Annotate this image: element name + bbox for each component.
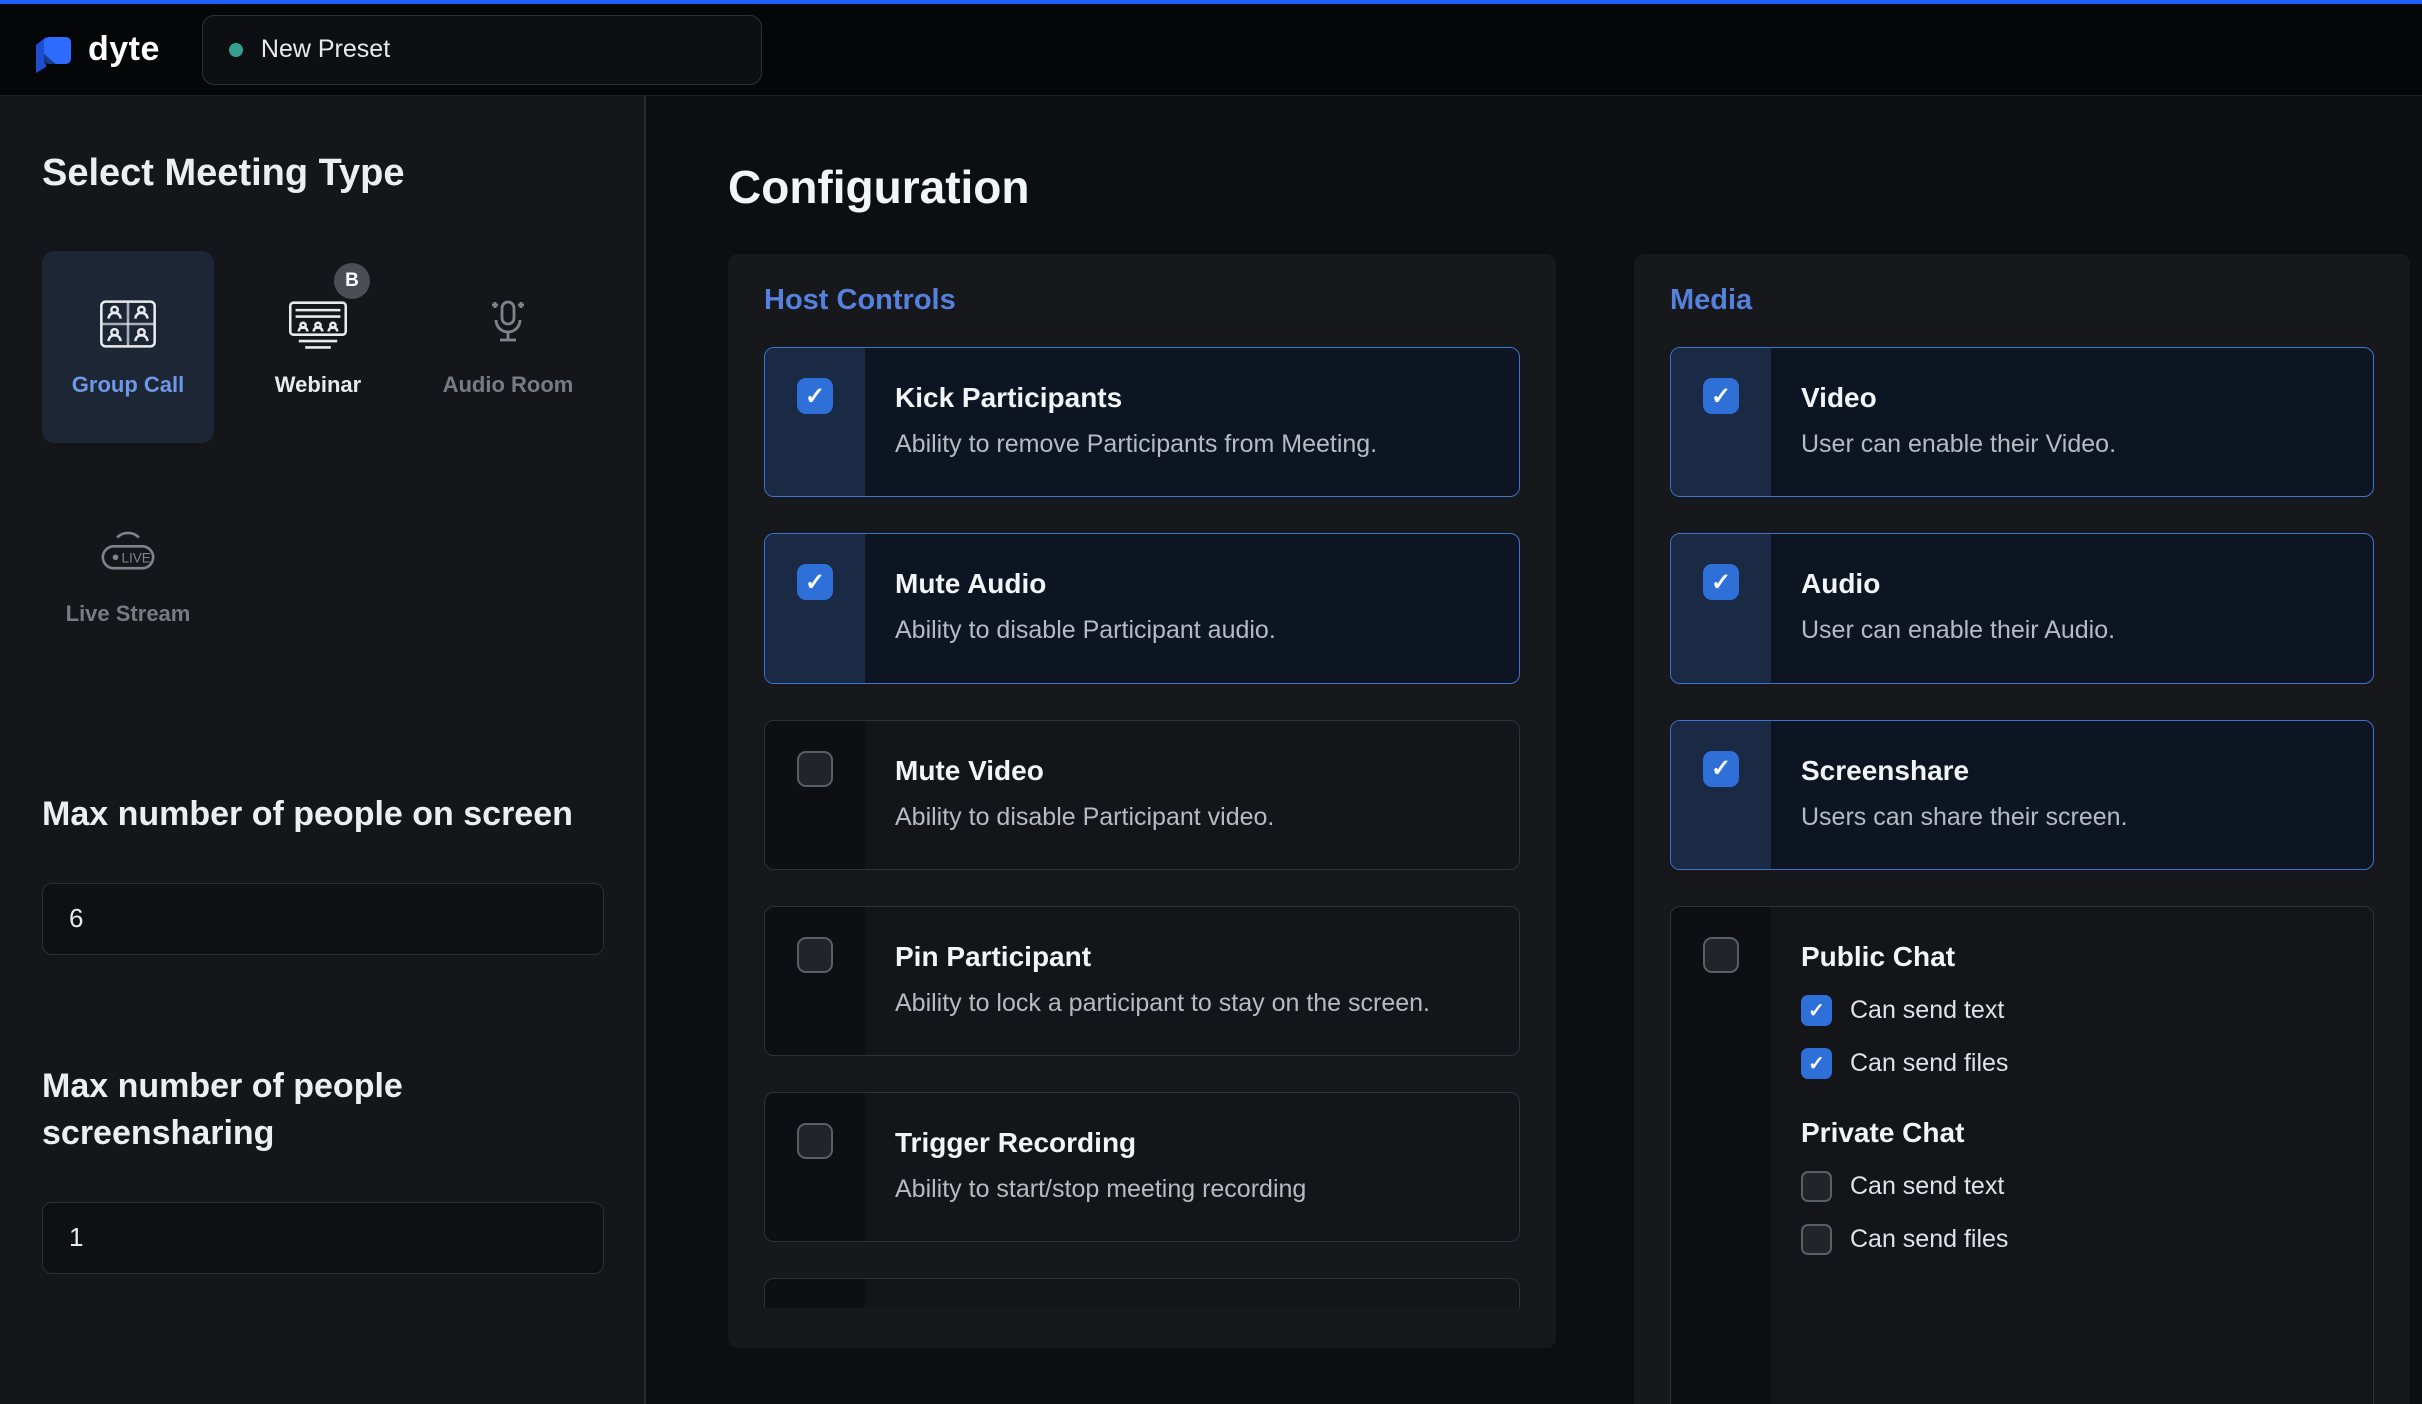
live-stream-icon: LIVE [93,527,163,581]
brand-name: dyte [88,30,160,69]
setting-title: Audio [1801,568,2343,600]
meeting-type-audio-room[interactable]: Audio Room [422,251,594,443]
group-call-icon [96,296,160,352]
setting-description: User can enable their Video. [1801,426,2343,462]
checkbox-cell [1671,534,1771,682]
setting-title: Mute Audio [895,568,1489,600]
option-label: Can send text [1850,996,2004,1025]
main-content: Configuration Host Controls Kick Partici… [646,96,2422,1404]
public-can-send-text-checkbox[interactable] [1801,995,1832,1026]
public-can-send-files-checkbox[interactable] [1801,1048,1832,1079]
meeting-type-tiles: Group Call B Webinar [42,251,602,673]
max-people-screenshare-input[interactable] [42,1202,604,1274]
webinar-beta-badge: B [334,263,370,299]
setting-card-partial [764,1278,1520,1308]
checkbox-cell [765,348,865,496]
dyte-logo-icon [30,27,76,73]
checkbox-cell [1671,348,1771,496]
preset-name-field[interactable]: New Preset [202,15,762,85]
public-can-send-files-row: Can send files [1801,1048,2343,1079]
preset-status-dot-icon [229,43,243,57]
setting-card-trigger-recording: Trigger Recording Ability to start/stop … [764,1092,1520,1242]
setting-description: Ability to disable Participant video. [895,799,1489,835]
option-label: Can send files [1850,1049,2008,1078]
setting-title: Mute Video [895,755,1489,787]
meeting-type-label: Audio Room [443,372,574,398]
private-can-send-text-row: Can send text [1801,1171,2343,1202]
option-label: Can send text [1850,1172,2004,1201]
host-controls-section: Host Controls Kick Participants Ability … [728,254,1556,1348]
setting-card-mute-audio: Mute Audio Ability to disable Participan… [764,533,1520,683]
setting-title: Video [1801,382,2343,414]
checkbox-cell [1671,907,1771,1404]
setting-card-pin-participant: Pin Participant Ability to lock a partic… [764,906,1520,1056]
svg-text:LIVE: LIVE [121,550,150,565]
media-section: Media Video User can enable their Video. [1634,254,2410,1404]
meeting-type-title: Select Meeting Type [42,152,602,195]
public-chat-title: Public Chat [1801,941,2343,973]
meeting-type-live-stream[interactable]: LIVE Live Stream [42,481,214,673]
setting-description: Users can share their screen. [1801,799,2343,835]
setting-card-screenshare: Screenshare Users can share their screen… [1670,720,2374,870]
checkbox-cell [765,721,865,869]
sidebar: Select Meeting Type Group Call B [0,96,646,1404]
meeting-type-group-call[interactable]: Group Call [42,251,214,443]
setting-title: Pin Participant [895,941,1489,973]
meeting-type-label: Live Stream [66,601,191,627]
setting-card-kick-participants: Kick Participants Ability to remove Part… [764,347,1520,497]
checkbox-cell [765,1093,865,1241]
setting-description: User can enable their Audio. [1801,612,2343,648]
webinar-icon [286,296,350,352]
private-chat-title: Private Chat [1801,1117,2343,1149]
mute-video-checkbox[interactable] [797,751,833,787]
option-label: Can send files [1850,1225,2008,1254]
checkbox-cell [765,1279,865,1308]
meeting-type-label: Webinar [275,372,361,398]
setting-description: Ability to start/stop meeting recording [895,1171,1489,1207]
setting-title: Screenshare [1801,755,2343,787]
setting-card-chat: Public Chat Can send text Can send files… [1670,906,2374,1404]
setting-description: Ability to lock a participant to stay on… [895,985,1489,1021]
private-can-send-text-checkbox[interactable] [1801,1171,1832,1202]
private-can-send-files-checkbox[interactable] [1801,1224,1832,1255]
host-controls-title: Host Controls [764,284,1520,317]
max-people-screen-label: Max number of people on screen [42,791,582,839]
video-checkbox[interactable] [1703,378,1739,414]
trigger-recording-checkbox[interactable] [797,1123,833,1159]
media-title: Media [1670,284,2374,317]
public-can-send-text-row: Can send text [1801,995,2343,1026]
setting-card-mute-video: Mute Video Ability to disable Participan… [764,720,1520,870]
checkbox-cell [765,534,865,682]
setting-card-video: Video User can enable their Video. [1670,347,2374,497]
checkbox-cell [765,907,865,1055]
preset-name: New Preset [261,35,390,64]
checkbox-cell [1671,721,1771,869]
public-chat-checkbox[interactable] [1703,937,1739,973]
setting-title: Trigger Recording [895,1127,1489,1159]
setting-card-audio: Audio User can enable their Audio. [1670,533,2374,683]
mute-audio-checkbox[interactable] [797,564,833,600]
kick-participants-checkbox[interactable] [797,378,833,414]
setting-title: Kick Participants [895,382,1489,414]
meeting-type-webinar[interactable]: B Webinar [232,251,404,443]
max-people-screen-input[interactable] [42,883,604,955]
private-can-send-files-row: Can send files [1801,1224,2343,1255]
max-people-screenshare-label: Max number of people screensharing [42,1063,582,1158]
topbar: dyte New Preset [0,0,2422,96]
screenshare-checkbox[interactable] [1703,751,1739,787]
pin-participant-checkbox[interactable] [797,937,833,973]
setting-description: Ability to remove Participants from Meet… [895,426,1489,462]
audio-checkbox[interactable] [1703,564,1739,600]
setting-description: Ability to disable Participant audio. [895,612,1489,648]
brand[interactable]: dyte [30,27,160,73]
page-title: Configuration [728,160,2422,214]
meeting-type-label: Group Call [72,372,184,398]
audio-room-icon [478,296,538,352]
